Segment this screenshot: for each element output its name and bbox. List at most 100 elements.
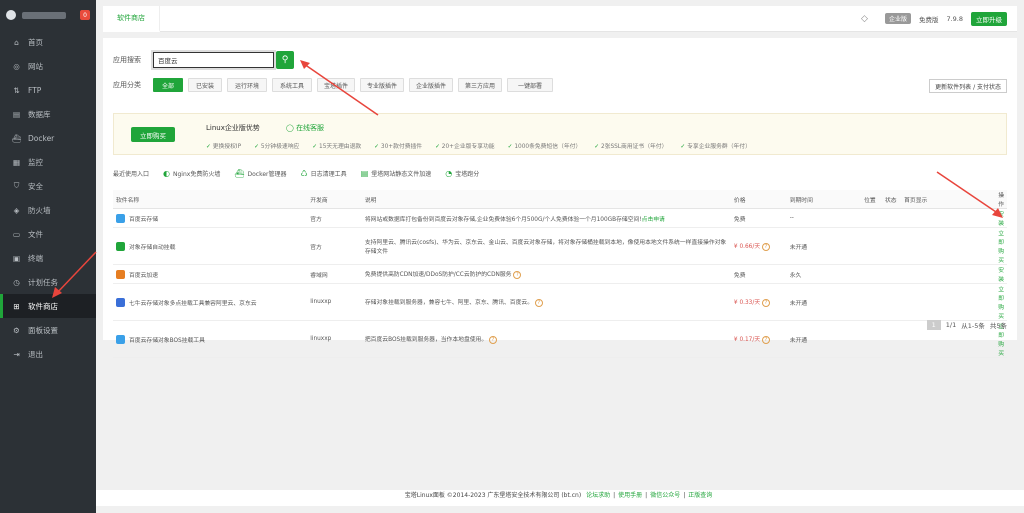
search-input[interactable]: 百度云	[151, 50, 276, 70]
table-row: 对象存储自动挂载 官方 支持阿里云、腾讯云(cosfs)、华为云、京东云、金山云…	[113, 227, 1007, 265]
promo-banner: 立即购买 Linux企业版优势 ◯ 在线客服 更换授权IP 5分钟极速响应 15天无…	[113, 113, 1007, 155]
terminal-icon: ▣	[12, 253, 21, 263]
recent-entry[interactable]: ◐ Nginx免费防火墙	[163, 169, 220, 178]
buy-now-button[interactable]: 立即购买	[131, 127, 175, 142]
recent-entry[interactable]: ◔ 宝塔跑分	[445, 169, 479, 178]
description: 支持阿里云、腾讯云(cosfs)、华为云、京东云、金山云、百度云对象存储，将对象…	[364, 240, 727, 255]
footer-link[interactable]: 正版查询	[688, 492, 712, 499]
database-icon: ▤	[12, 109, 21, 119]
enterprise-badge: 企业版	[884, 13, 911, 24]
category-tab[interactable]: 运行环境	[227, 78, 267, 92]
update-list-button[interactable]: 更新软件列表 / 支付状态	[929, 79, 1007, 93]
developer: linuxxp	[307, 320, 362, 358]
page-range: 从1-5条	[961, 322, 985, 330]
page-total: 共5条	[989, 322, 1007, 330]
developer: 官方	[307, 227, 362, 265]
firewall-icon: ◈	[13, 205, 20, 215]
sidebar-item-4[interactable]: ⛴ Docker	[0, 126, 96, 150]
sidebar-item-12[interactable]: ⚙ 面板设置	[0, 318, 96, 342]
help-icon[interactable]: ?	[534, 299, 543, 307]
sidebar-item-10[interactable]: ◷ 计划任务	[0, 270, 96, 294]
apply-link[interactable]: 点击申请	[642, 217, 665, 223]
ftp-icon: ⇅	[13, 85, 20, 95]
notification-badge[interactable]: 0	[80, 10, 90, 20]
sidebar-item-13[interactable]: ⇥ 退出	[0, 342, 96, 366]
column-header: 开发商	[307, 190, 362, 209]
footer-link[interactable]: 微信公众号	[650, 492, 680, 499]
diamond-icon: ◇	[860, 13, 868, 24]
sidebar-item-8[interactable]: ▭ 文件	[0, 222, 96, 246]
sidebar-item-2[interactable]: ⇅ FTP	[0, 78, 96, 102]
price: ¥ 0.33/天 ?	[730, 283, 787, 321]
category-label: 应用分类	[113, 81, 141, 89]
column-header: 操作	[995, 190, 1007, 209]
plugin-name: 对象存储自动挂载	[129, 244, 176, 251]
sidebar-item-label: 软件商店	[28, 301, 58, 311]
footer-link[interactable]: 论坛求助	[586, 492, 610, 499]
recent-entry-label: 宝塔跑分	[455, 171, 480, 178]
recent-entry-label: 堡塔网站静态文件加速	[371, 171, 432, 178]
promo-feature: 30+款付费插件	[374, 141, 422, 150]
sidebar-item-7[interactable]: ◈ 防火墙	[0, 198, 96, 222]
sidebar-item-0[interactable]: ⌂ 首页	[0, 30, 96, 54]
expire: 未开通	[786, 283, 862, 321]
recent-entry[interactable]: ▤ 堡塔网站静态文件加速	[361, 169, 432, 178]
column-header: 软件名称	[113, 190, 308, 209]
page-current[interactable]: 1	[926, 320, 941, 330]
globe-icon: ◎	[13, 61, 20, 71]
copyright: 宝塔Linux面板 ©2014-2023 广东堡塔安全技术有限公司 (bt.cn…	[404, 492, 582, 499]
monitor-icon: ▦	[12, 157, 21, 167]
help-icon[interactable]: ?	[761, 299, 770, 307]
shield-icon: ⛉	[13, 181, 20, 190]
sidebar-item-label: 数据库	[28, 109, 51, 119]
online-service-link[interactable]: ◯ 在线客服	[286, 123, 324, 133]
recent-entry[interactable]: ⛴ Docker管理器	[234, 169, 286, 178]
action-button[interactable]: 安装	[995, 208, 1007, 228]
action-button[interactable]: 立即购买	[995, 283, 1007, 321]
action-button[interactable]: 立即购买	[995, 227, 1007, 265]
plugin-icon	[116, 241, 125, 251]
sidebar-item-11[interactable]: ⊞ 软件商店	[0, 294, 96, 318]
help-icon[interactable]: ?	[513, 271, 522, 279]
recent-entry[interactable]: ♺ 日志清理工具	[301, 169, 347, 178]
upgrade-button[interactable]: 立即升级	[971, 11, 1007, 26]
table-row: 七牛云存储对象多点挂载工具兼容阿里云、京东云 linuxxp 存储对象挂载到服务…	[113, 283, 1007, 321]
help-icon[interactable]: ?	[488, 336, 497, 344]
sidebar-header: 0	[0, 0, 96, 30]
sidebar-item-label: FTP	[28, 85, 42, 95]
tab-software-store[interactable]: 软件商店	[103, 5, 160, 32]
sidebar-item-6[interactable]: ⛉ 安全	[0, 174, 96, 198]
plugin-icon	[116, 297, 125, 307]
category-tab[interactable]: 第三方应用	[458, 78, 502, 92]
help-icon[interactable]: ?	[761, 336, 770, 344]
recent-entry-icon: ◔	[445, 169, 453, 178]
server-logo-icon	[6, 10, 16, 20]
promo-title: Linux企业版优势	[206, 124, 260, 132]
category-tab[interactable]: 已安装	[188, 78, 222, 92]
clock-icon: ◷	[13, 277, 20, 287]
action-button[interactable]: 安装	[995, 264, 1007, 284]
help-icon[interactable]: ?	[761, 243, 770, 251]
logout-icon: ⇥	[13, 349, 20, 359]
search-button[interactable]: ⚲	[276, 51, 294, 69]
category-tab[interactable]: 全部	[153, 78, 183, 92]
category-tab[interactable]: 宝塔插件	[317, 78, 355, 92]
promo-feature: 15天无理由退款	[312, 141, 361, 150]
category-tab[interactable]: 系统工具	[272, 78, 312, 92]
sidebar-item-1[interactable]: ◎ 网站	[0, 54, 96, 78]
store-panel: 应用搜索 百度云 ⚲ 应用分类 全部 已安装 运行环境 系统工具 宝塔插件 专业版插件 企业…	[103, 38, 1017, 358]
category-tab[interactable]: 一键部署	[507, 78, 553, 92]
divider: |	[683, 492, 686, 499]
sidebar-item-9[interactable]: ▣ 终端	[0, 246, 96, 270]
sidebar-item-label: Docker	[28, 133, 55, 143]
home-icon: ⌂	[14, 37, 19, 47]
category-tab[interactable]: 企业版插件	[409, 78, 453, 92]
sidebar-item-3[interactable]: ▤ 数据库	[0, 102, 96, 126]
search-icon: ⚲	[281, 55, 289, 65]
sidebar-item-5[interactable]: ▦ 监控	[0, 150, 96, 174]
plugin-name: 百度云加速	[129, 272, 158, 279]
promo-feature: 更换授权IP	[206, 141, 241, 150]
category-tab[interactable]: 专业版插件	[360, 78, 404, 92]
sidebar-item-label: 面板设置	[28, 325, 58, 335]
footer-link[interactable]: 使用手册	[618, 492, 642, 499]
